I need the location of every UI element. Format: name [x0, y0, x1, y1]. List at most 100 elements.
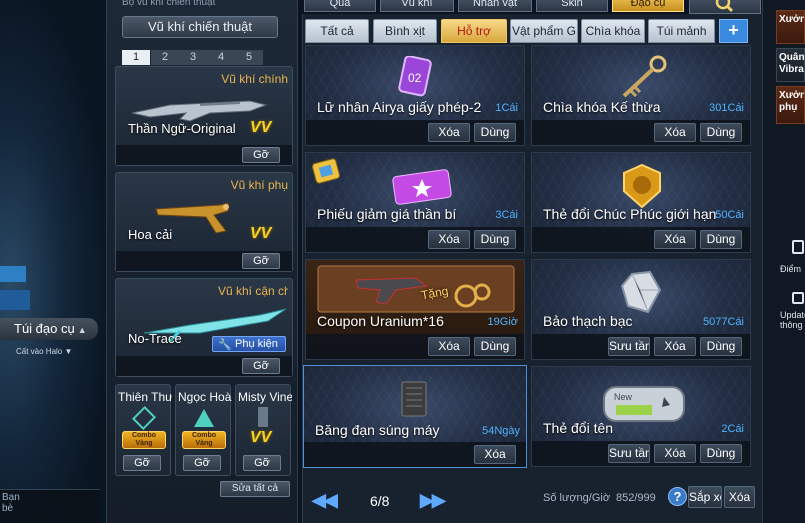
accessory-button[interactable]: 🔧 Phụ kiện	[212, 336, 286, 352]
combo-badge: Combo Vàng	[122, 431, 166, 449]
page-tab-2[interactable]: 2	[151, 50, 179, 65]
equip-name: Thiên Thư	[118, 390, 172, 404]
item-action-bar: Xóa Dùng	[306, 227, 524, 252]
weapon-category: Vũ khí cận chiến	[218, 284, 288, 298]
weapon-slot-melee[interactable]: Vũ khí cận chiến No-Trace 🔧Phụ kiện Gỡ	[115, 278, 293, 377]
tab-weapons[interactable]: Vũ khí	[380, 0, 454, 12]
tab-g-items[interactable]: Vật phẩm G	[510, 19, 578, 43]
remove-button[interactable]: Gỡ	[242, 253, 280, 269]
add-tab-button[interactable]: +	[719, 19, 748, 43]
next-page-icon[interactable]: ▶▶	[420, 490, 446, 511]
previous-page-icon[interactable]: ◀◀	[312, 490, 338, 511]
item-card[interactable]: Tặng Coupon Uranium*16 19Giờ Xóa Dùng	[305, 259, 525, 360]
equip-name: Ngọc Hoàng	[178, 390, 232, 404]
page-indicator: 6/8	[370, 493, 390, 509]
repair-all-button[interactable]: Sửa tất cả	[220, 481, 290, 497]
tab-army[interactable]: Quân Vibrant	[776, 48, 805, 82]
delete-button[interactable]: Xóa	[428, 337, 470, 356]
tab-all[interactable]: Tất cả	[305, 19, 369, 43]
delete-button[interactable]: Xóa	[654, 123, 696, 142]
vv-badge: VV	[250, 119, 272, 136]
tab-spray[interactable]: Bình xịt	[373, 19, 437, 43]
tab-workshop[interactable]: Xưởng	[776, 10, 805, 44]
coupon-banner-icon	[317, 265, 515, 313]
weapon-category: Vũ khí chính	[221, 72, 288, 86]
item-action-bar: Xóa Dùng	[306, 334, 524, 359]
svg-text:New: New	[614, 392, 633, 402]
collect-button[interactable]: Sưu tầm	[608, 337, 650, 356]
emblem-icon	[194, 409, 214, 427]
weapon-name: No-Trace	[128, 331, 182, 346]
tab-sub-workshop[interactable]: Xưởng phụ	[776, 86, 805, 124]
use-button[interactable]: Dùng	[700, 230, 742, 249]
item-name: Phiếu giảm giá thần bí	[317, 206, 457, 222]
tab-fragment-bags[interactable]: Túi mảnh	[648, 19, 715, 43]
remove-button[interactable]: Gỡ	[243, 455, 281, 471]
tab-support[interactable]: Hỗ trợ	[441, 19, 507, 43]
tab-gifts[interactable]: Quà	[304, 0, 376, 12]
silver-gem-icon	[620, 270, 662, 314]
item-name: Chìa khóa Kế thừa	[543, 99, 661, 115]
delete-button[interactable]: Xóa	[428, 123, 470, 142]
tab-items[interactable]: Đạo cụ	[612, 0, 684, 12]
tab-keys[interactable]: Chìa khóa	[581, 19, 645, 43]
use-button[interactable]: Dùng	[474, 230, 516, 249]
item-card[interactable]: Chìa khóa Kế thừa 301Cái Xóa Dùng	[531, 45, 751, 146]
item-action-bar: Xóa Dùng	[306, 120, 524, 145]
delete-button[interactable]: Xóa	[428, 230, 470, 249]
weapon-name: Thần Ngữ-Original	[128, 121, 236, 136]
delete-button[interactable]: Xóa	[654, 230, 696, 249]
item-card[interactable]: 02 Lữ nhân Airya giấy phép-2 1Cái Xóa Dù…	[305, 45, 525, 146]
equip-slot[interactable]: Thiên Thư Combo Vàng Gỡ	[115, 384, 172, 476]
triangle-up-icon: ▲	[77, 325, 87, 335]
blue-strip	[0, 290, 30, 310]
weapons-title[interactable]: Vũ khí chiến thuật	[122, 16, 278, 38]
bag-toggle[interactable]: Túi đạo cụ ▲	[0, 318, 98, 340]
weapon-slot-secondary[interactable]: Vũ khí phụ Hoa cải VV Gỡ	[115, 172, 293, 272]
remove-button[interactable]: Gỡ	[242, 147, 280, 163]
delete-button[interactable]: Xóa	[474, 445, 516, 464]
item-card[interactable]: New Thẻ đổi tên 2Cái Sưu tầm Xóa Dùng	[531, 366, 751, 467]
use-button[interactable]: Dùng	[700, 337, 742, 356]
item-card[interactable]: Bảo thạch bạc 5077Cái Sưu tầm Xóa Dùng	[531, 259, 751, 360]
help-icon[interactable]: ?	[668, 487, 687, 506]
remove-button[interactable]: Gỡ	[242, 358, 280, 374]
update-icon[interactable]	[792, 292, 804, 304]
page-tab-1[interactable]: 1	[122, 50, 150, 65]
collect-button[interactable]: Sưu tầm	[608, 444, 650, 463]
use-button[interactable]: Dùng	[700, 444, 742, 463]
figure-icon	[258, 407, 268, 427]
delete-button[interactable]: Xóa	[654, 337, 696, 356]
accessory-label: Phụ kiện	[235, 338, 278, 350]
page-tab-4[interactable]: 4	[207, 50, 235, 65]
item-quantity: 301Cái	[709, 102, 744, 114]
delete-button[interactable]: Xóa	[654, 444, 696, 463]
remove-button[interactable]: Gỡ	[123, 455, 161, 471]
delete-all-button[interactable]: Xóa	[724, 486, 755, 508]
halo-toggle[interactable]: Cất vào Halo ▼	[16, 347, 72, 356]
tab-characters[interactable]: Nhân vật	[458, 0, 532, 12]
search-button[interactable]	[689, 0, 761, 14]
document-icon[interactable]	[792, 240, 804, 254]
item-card[interactable]: Thẻ đổi Chúc Phúc giới hạn 50Cái Xóa Dùn…	[531, 152, 751, 253]
item-card[interactable]: Phiếu giảm giá thần bí 3Cái Xóa Dùng	[305, 152, 525, 253]
use-button[interactable]: Dùng	[474, 123, 516, 142]
wrench-icon: 🔧	[218, 339, 232, 351]
use-button[interactable]: Dùng	[700, 123, 742, 142]
page-tab-5[interactable]: 5	[235, 50, 263, 65]
sort-button[interactable]: Sắp xếp	[688, 486, 722, 508]
use-button[interactable]: Dùng	[474, 337, 516, 356]
friends-label[interactable]: Bạn bè	[2, 492, 26, 514]
weapon-action-bar: Gỡ	[116, 145, 292, 165]
page-tab-3[interactable]: 3	[179, 50, 207, 65]
equip-slot[interactable]: Misty Vine VV Gỡ	[235, 384, 292, 476]
weapon-slot-primary[interactable]: Vũ khí chính Thần Ngữ-Original VV Gỡ	[115, 66, 293, 166]
item-card-selected[interactable]: Băng đạn súng máy 54Ngày Xóa	[303, 365, 527, 468]
remove-button[interactable]: Gỡ	[183, 455, 221, 471]
tab-skins[interactable]: Skin	[536, 0, 608, 12]
item-name: Bảo thạch bạc	[543, 313, 633, 329]
item-name: Thẻ đổi tên	[543, 420, 614, 436]
item-name: Lữ nhân Airya giấy phép-2	[317, 99, 482, 115]
item-name: Băng đạn súng máy	[315, 422, 440, 438]
equip-slot[interactable]: Ngọc Hoàng Combo Vàng Gỡ	[175, 384, 232, 476]
